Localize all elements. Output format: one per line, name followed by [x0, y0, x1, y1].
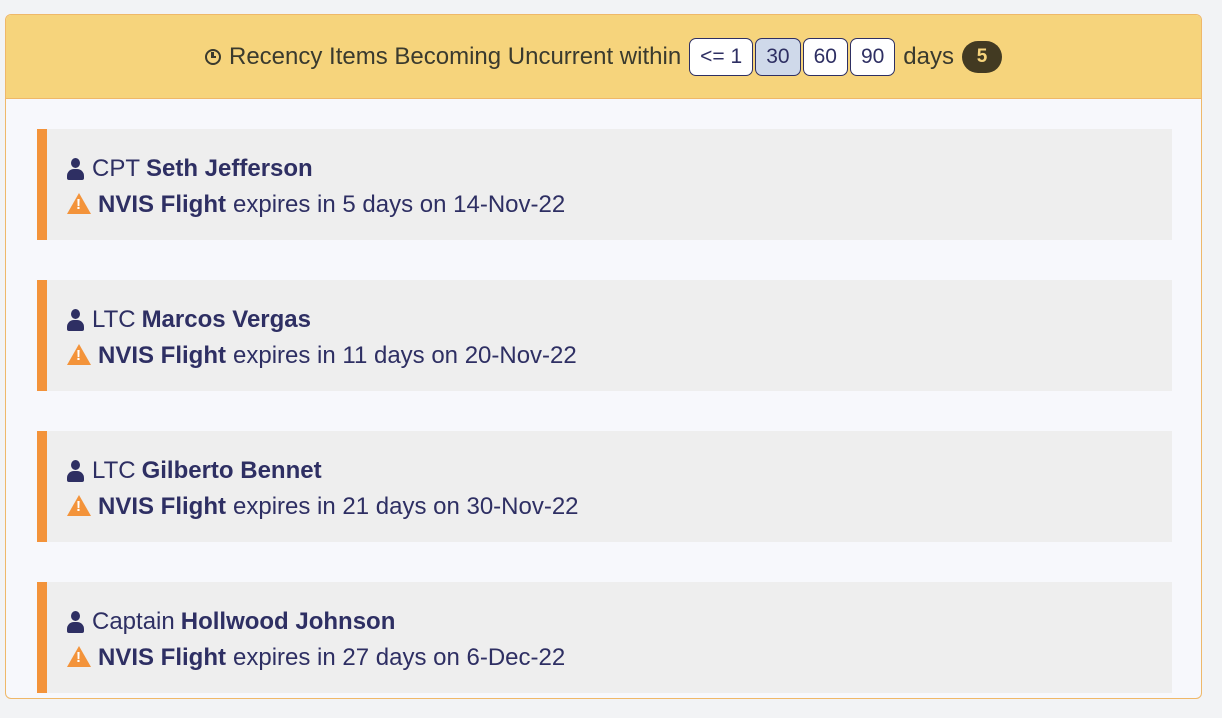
expiry-detail: expires in 5 days on 14-Nov-22 [233, 191, 566, 218]
warning-icon [67, 344, 91, 365]
list-item[interactable]: LTC Gilberto Bennet NVIS Flight expires … [37, 431, 1172, 542]
warning-icon [67, 193, 91, 214]
person-name: Hollwood Johnson [180, 608, 396, 635]
rank: LTC [92, 306, 136, 333]
expiry-detail: expires in 11 days on 20-Nov-22 [233, 342, 577, 369]
range-button-60[interactable]: 60 [802, 37, 848, 76]
person-name: Marcos Vergas [141, 306, 311, 333]
expiry-line: NVIS Flight expires in 5 days on 14-Nov-… [67, 187, 1172, 223]
list-item[interactable]: LTC Marcos Vergas NVIS Flight expires in… [37, 280, 1172, 391]
person-line: LTC Marcos Vergas [67, 302, 1172, 338]
expiry-detail: expires in 21 days on 30-Nov-22 [233, 493, 579, 520]
user-icon [67, 158, 84, 180]
user-icon [67, 460, 84, 482]
rank: LTC [92, 457, 136, 484]
person-name: Seth Jefferson [146, 155, 313, 182]
rank: Captain [92, 608, 175, 635]
person-line: LTC Gilberto Bennet [67, 453, 1172, 489]
days-label: days [903, 42, 954, 70]
expiry-detail: expires in 27 days on 6-Dec-22 [233, 644, 566, 671]
range-button-30[interactable]: 30 [755, 37, 801, 76]
panel-header: Recency Items Becoming Uncurrent within … [6, 15, 1201, 99]
count-badge: 5 [962, 40, 1002, 73]
user-icon [67, 309, 84, 331]
warning-icon [67, 646, 91, 667]
qualification: NVIS Flight [98, 493, 226, 520]
range-button-1[interactable]: <= 1 [689, 37, 754, 76]
range-button-90[interactable]: 90 [849, 37, 896, 76]
qualification: NVIS Flight [98, 191, 226, 218]
expiry-line: NVIS Flight expires in 27 days on 6-Dec-… [67, 640, 1172, 676]
rank: CPT [92, 155, 140, 182]
expiry-line: NVIS Flight expires in 11 days on 20-Nov… [67, 338, 1172, 374]
clock-icon [204, 48, 221, 65]
person-line: Captain Hollwood Johnson [67, 604, 1172, 640]
warning-icon [67, 495, 91, 516]
list-item[interactable]: Captain Hollwood Johnson NVIS Flight exp… [37, 582, 1172, 693]
person-line: CPT Seth Jefferson [67, 151, 1172, 187]
person-name: Gilberto Bennet [141, 457, 322, 484]
user-icon [67, 611, 84, 633]
recency-panel: Recency Items Becoming Uncurrent within … [5, 14, 1202, 699]
qualification: NVIS Flight [98, 644, 226, 671]
list-item[interactable]: CPT Seth Jefferson NVIS Flight expires i… [37, 129, 1172, 240]
recency-list: CPT Seth Jefferson NVIS Flight expires i… [37, 129, 1172, 698]
expiry-line: NVIS Flight expires in 21 days on 30-Nov… [67, 489, 1172, 525]
panel-title: Recency Items Becoming Uncurrent within [228, 42, 682, 70]
qualification: NVIS Flight [98, 342, 226, 369]
